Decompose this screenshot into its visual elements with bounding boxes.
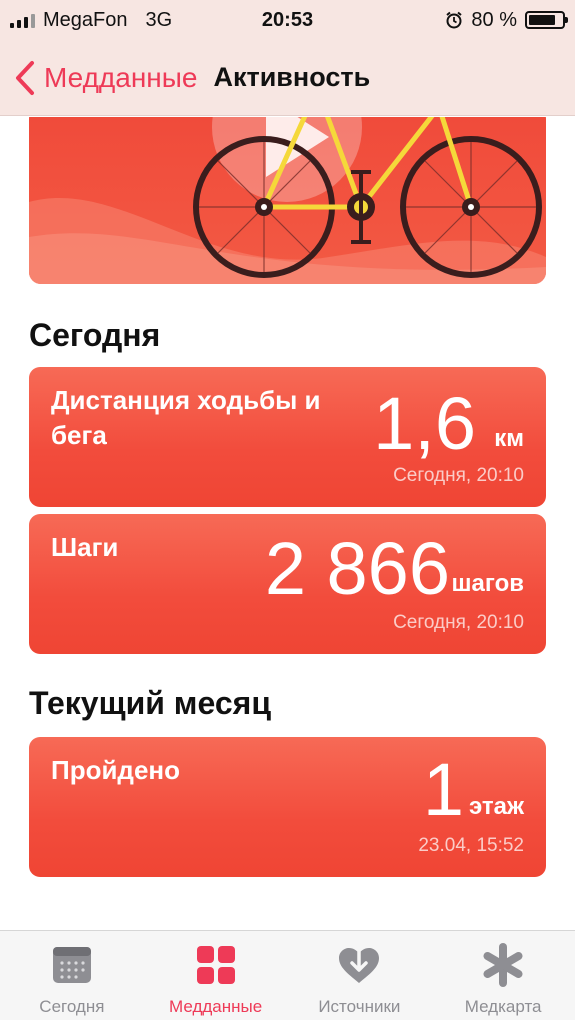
signal-strength-icon [10, 12, 35, 28]
tab-today[interactable]: Сегодня [0, 931, 144, 1020]
carrier-name: MegaFon [43, 8, 128, 31]
tab-bar: Сегодня Медданные Источники Медкарта [0, 930, 575, 1020]
card-unit: км [494, 425, 524, 452]
tab-label: Медданные [169, 997, 263, 1016]
back-button-label: Медданные [44, 61, 198, 93]
tab-label: Сегодня [39, 997, 105, 1016]
heart-download-icon [339, 948, 380, 983]
tab-label: Медкарта [464, 997, 542, 1016]
status-bar: MegaFon 3G 20:53 80 % [0, 0, 575, 40]
back-button[interactable]: Медданные [14, 60, 197, 96]
page-title: Активность [213, 62, 371, 92]
card-unit: шагов [451, 570, 524, 597]
alarm-icon [446, 11, 463, 29]
card-unit: этаж [468, 793, 524, 820]
section-title-today: Сегодня [29, 317, 161, 353]
card-value: 1 [422, 748, 464, 831]
battery-percent: 80 % [471, 8, 517, 31]
tab-label: Источники [318, 997, 401, 1016]
card-date: Сегодня, 20:10 [393, 612, 524, 633]
tab-sources[interactable]: Источники [288, 931, 432, 1020]
card-date: Сегодня, 20:10 [393, 465, 524, 486]
navigation-bar: Медданные Активность [0, 40, 575, 116]
calendar-icon [52, 947, 91, 983]
card-date: 23.04, 15:52 [418, 835, 524, 856]
card-label: Дистанция ходьбы и бега [51, 385, 321, 450]
battery-fill [529, 15, 555, 25]
tab-medical-id[interactable]: Медкарта [431, 931, 575, 1020]
card-value: 2 866 [264, 527, 450, 610]
flights-climbed-card[interactable]: Пройдено 1 этаж 23.04, 15:52 [29, 737, 546, 877]
walking-running-distance-card[interactable]: Дистанция ходьбы и бега 1,6 км Сегодня, … [29, 367, 546, 507]
section-title-month: Текущий месяц [29, 685, 271, 721]
steps-card[interactable]: Шаги 2 866 шагов Сегодня, 20:10 [29, 514, 546, 654]
bicycle-illustration [29, 117, 546, 284]
tab-health-data[interactable]: Медданные [144, 931, 288, 1020]
grid-icon [196, 946, 235, 984]
content-scroll-area[interactable]: Сегодня Дистанция ходьбы и бега 1,6 км С… [0, 117, 575, 930]
asterisk-icon [483, 943, 523, 987]
activity-hero-illustration [29, 117, 546, 284]
card-label: Пройдено [51, 755, 180, 785]
battery-icon [525, 11, 568, 29]
network-type: 3G [145, 8, 173, 31]
card-value: 1,6 [373, 382, 476, 465]
chevron-left-icon [16, 60, 34, 95]
